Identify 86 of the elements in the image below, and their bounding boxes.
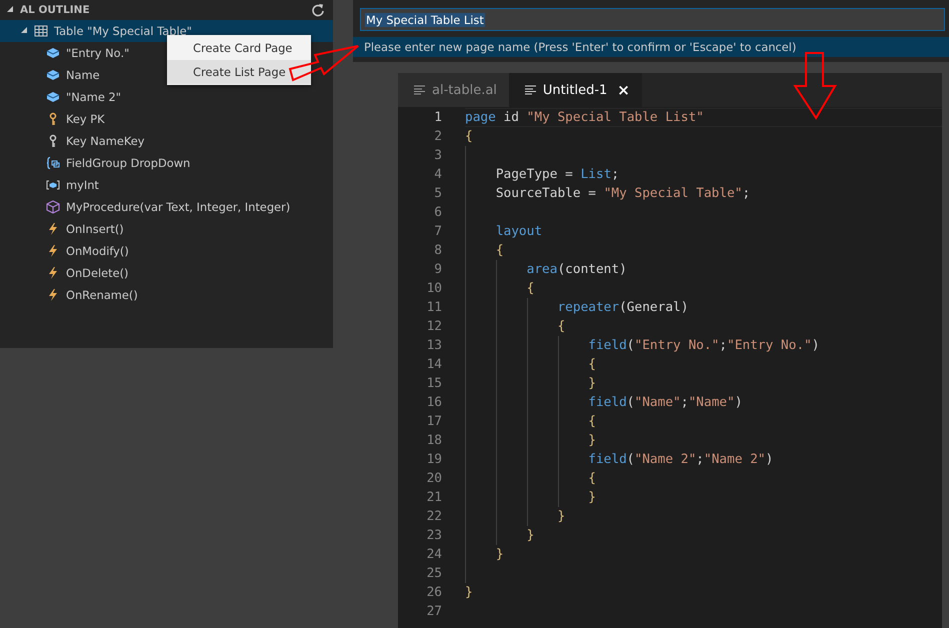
input-message: Please enter new page name (Press 'Enter' to confirm or 'Escape' to cancel): [353, 37, 949, 57]
code-line: {: [556, 319, 566, 334]
code-line: }: [465, 585, 473, 600]
code-line: field("Name";"Name"): [587, 395, 742, 410]
code-line: }: [556, 509, 566, 524]
line-number: 17: [426, 414, 442, 429]
lightning-icon: [46, 288, 60, 302]
line-number: 6: [434, 205, 442, 220]
line-number: 22: [426, 509, 442, 524]
line-number: 13: [426, 338, 442, 353]
lightning-icon: [46, 222, 60, 236]
code-line: PageType = List;: [494, 167, 620, 182]
page-name-field[interactable]: My Special Table List: [360, 8, 945, 31]
code-line: page id "My Special Table List": [465, 110, 704, 125]
line-number: 7: [434, 224, 442, 239]
field-icon: [46, 46, 60, 60]
line-number: 19: [426, 452, 442, 467]
tree-item[interactable]: OnRename(): [66, 288, 138, 302]
code-line: {: [587, 471, 596, 486]
field-icon: [46, 90, 60, 104]
code-line: }: [587, 433, 596, 448]
tree-item[interactable]: Key NameKey: [66, 134, 145, 148]
collapse-arrow-icon[interactable]: [6, 5, 14, 15]
code-line: {: [494, 243, 504, 258]
line-number: 24: [426, 547, 442, 562]
tree-item[interactable]: OnModify(): [66, 244, 129, 258]
file-lines-icon: [524, 85, 537, 95]
line-number: 26: [426, 585, 442, 600]
table-icon: [34, 24, 48, 38]
tree-item[interactable]: Key PK: [66, 112, 105, 126]
line-number: 11: [426, 300, 442, 315]
close-icon[interactable]: ×: [617, 81, 630, 99]
code-line: SourceTable = "My Special Table";: [494, 186, 750, 201]
code-line: {: [587, 414, 596, 429]
code-line: area(content): [526, 262, 627, 277]
file-lines-icon: [414, 85, 426, 95]
line-number: 8: [434, 243, 442, 258]
line-number: 9: [434, 262, 442, 277]
line-number: 15: [426, 376, 442, 391]
cube-icon: [46, 200, 60, 214]
expand-arrow-icon[interactable]: [20, 26, 28, 36]
tree-item[interactable]: "Name 2": [66, 90, 121, 104]
code-line: }: [587, 490, 596, 505]
variable-icon: [46, 178, 60, 192]
field-group-icon: [46, 156, 60, 170]
code-line: {: [587, 357, 596, 372]
line-number: 20: [426, 471, 442, 486]
tree-item[interactable]: "Entry No.": [66, 46, 130, 60]
line-number: 12: [426, 319, 442, 334]
code-line: layout: [494, 224, 542, 239]
refresh-icon[interactable]: [311, 3, 325, 17]
line-number: 3: [434, 148, 442, 163]
code-line: }: [587, 376, 596, 391]
tree-item[interactable]: myInt: [66, 178, 99, 192]
code-line: field("Entry No.";"Entry No."): [587, 338, 820, 353]
panel-title: AL OUTLINE: [20, 4, 91, 16]
code-line: field("Name 2";"Name 2"): [587, 452, 774, 467]
line-number: 10: [426, 281, 442, 296]
line-number: 5: [434, 186, 442, 201]
field-icon: [46, 68, 60, 82]
editor-tab[interactable]: Untitled-1 ×: [508, 73, 642, 107]
line-number: 21: [426, 490, 442, 505]
lightning-icon: [46, 266, 60, 280]
tree-item[interactable]: Name: [66, 68, 100, 82]
line-number: 4: [434, 167, 442, 182]
code-line: }: [494, 547, 504, 562]
arrow-drawing: [793, 52, 837, 120]
code-line: {: [465, 129, 473, 144]
tree-item[interactable]: OnDelete(): [66, 266, 128, 280]
menu-item[interactable]: Create List Page: [167, 60, 311, 84]
line-number: 1: [434, 110, 442, 125]
line-number: 2: [434, 129, 442, 144]
lightning-icon: [46, 244, 60, 258]
tree-item[interactable]: MyProcedure(var Text, Integer, Integer): [66, 200, 290, 214]
tree-item[interactable]: OnInsert(): [66, 222, 124, 236]
line-number: 14: [426, 357, 442, 372]
editor-tab[interactable]: al-table.al: [398, 73, 509, 107]
line-number: 18: [426, 433, 442, 448]
line-number: 25: [426, 566, 442, 581]
tree-item[interactable]: FieldGroup DropDown: [66, 156, 190, 170]
line-number: 27: [426, 604, 442, 619]
line-number: 23: [426, 528, 442, 543]
code-line: {: [526, 281, 534, 296]
line-number: 16: [426, 395, 442, 410]
code-line: repeater(General): [556, 300, 688, 315]
code-line: }: [526, 528, 534, 543]
